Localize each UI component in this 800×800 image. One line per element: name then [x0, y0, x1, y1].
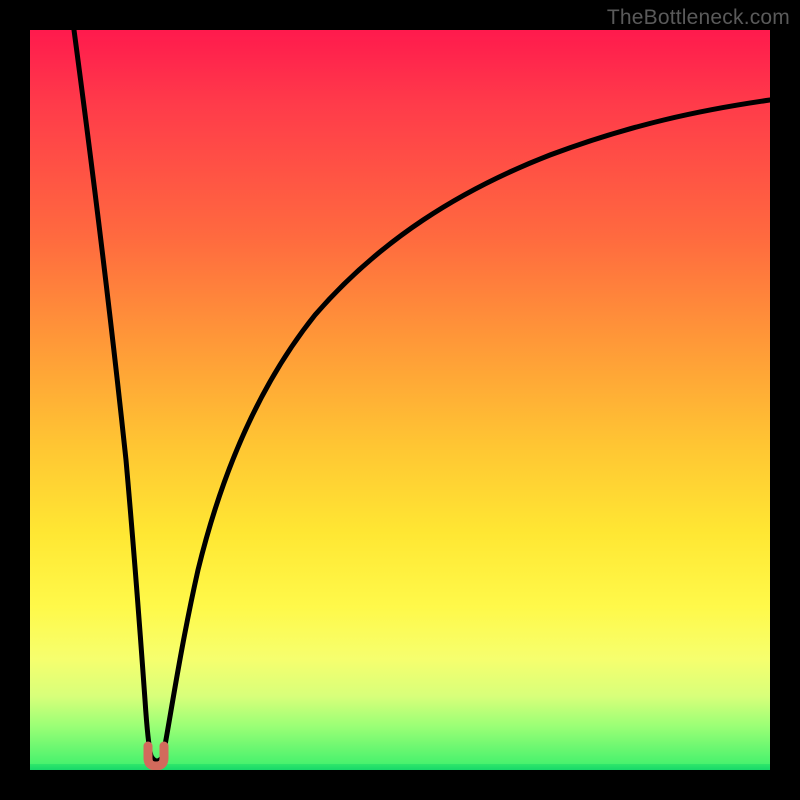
curve-layer — [30, 30, 770, 770]
valley-marker-u — [148, 746, 164, 766]
valley-marker-group — [148, 746, 164, 766]
chart-frame: TheBottleneck.com — [0, 0, 800, 800]
curve-right-branch — [163, 100, 770, 756]
plot-area — [30, 30, 770, 770]
curve-left-branch — [74, 30, 151, 756]
watermark-text: TheBottleneck.com — [607, 6, 790, 30]
